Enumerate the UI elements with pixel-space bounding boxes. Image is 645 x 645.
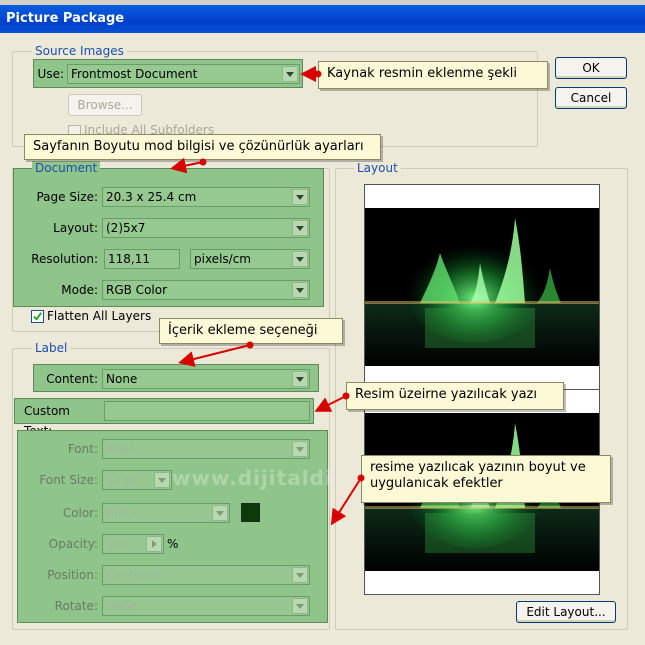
- callout-arrows: [170, 66, 365, 526]
- picture-package-dialog: Picture Package Source Images Use: Front…: [0, 0, 645, 645]
